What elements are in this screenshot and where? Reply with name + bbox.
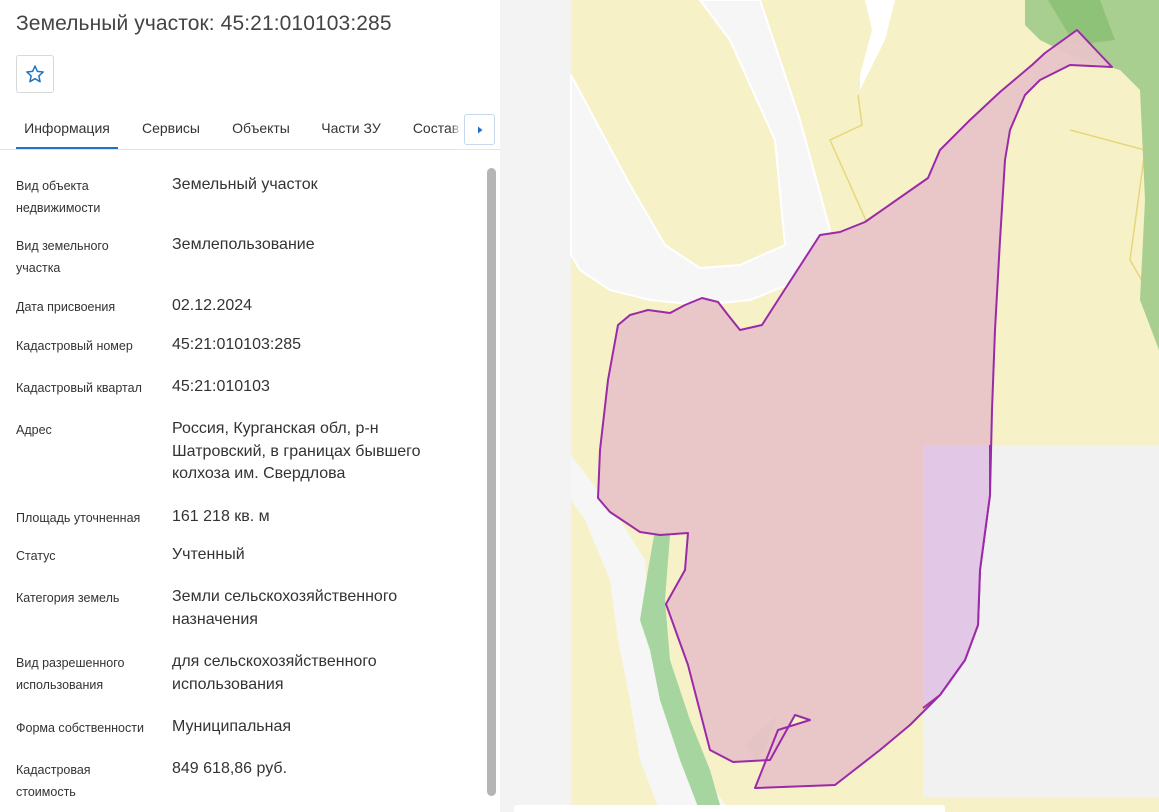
info-label: Адрес xyxy=(16,423,52,437)
info-value: Россия, Курганская обл, р-н Шатровский, … xyxy=(172,420,421,482)
info-label: Площадь уточненная xyxy=(16,511,141,525)
info-value: Землепользование xyxy=(172,236,315,253)
info-value: 45:21:010103 xyxy=(172,378,270,395)
info-label: Вид разрешенного использования xyxy=(16,656,125,692)
info-value: Учтенный xyxy=(172,546,245,563)
favorite-button[interactable] xyxy=(16,55,54,93)
info-label: Кадастровый номер xyxy=(16,339,133,353)
map-canvas[interactable] xyxy=(500,0,1159,812)
info-value: 02.12.2024 xyxy=(172,297,253,314)
info-label: Статус xyxy=(16,549,56,563)
info-value: 161 218 кв. м xyxy=(172,508,270,525)
panel-scrollbar[interactable] xyxy=(487,168,496,796)
chevron-right-icon xyxy=(477,126,482,133)
star-outline-icon xyxy=(26,65,44,83)
info-panel: Земельный участок: 45:21:010103:285 Инфо… xyxy=(0,0,500,812)
info-label: Дата присвоения xyxy=(16,300,116,314)
info-value: Земли сельскохозяйственного назначения xyxy=(172,588,398,628)
tab-information[interactable]: Информация xyxy=(16,111,118,149)
info-label: Вид земельного участка xyxy=(16,239,109,275)
tab-scroll-right-button[interactable] xyxy=(464,114,495,145)
info-value: 849 618,86 руб. xyxy=(172,760,288,777)
tab-composition[interactable]: Состав xyxy=(406,111,466,149)
info-label: Кадастровый квартал xyxy=(16,381,142,395)
cadastral-map[interactable] xyxy=(500,0,1159,812)
info-value: Муниципальная xyxy=(172,718,292,735)
info-label: Категория земель xyxy=(16,591,120,605)
map-bottom-toolbar xyxy=(514,805,945,812)
info-value: 45:21:010103:285 xyxy=(172,336,302,353)
info-value: Земельный участок xyxy=(172,176,318,193)
page-title: Земельный участок: 45:21:010103:285 xyxy=(16,12,392,35)
info-label: Кадастровая стоимость xyxy=(16,763,91,799)
info-value: для сельскохозяйственного использования xyxy=(172,653,377,693)
info-label: Вид объекта недвижимости xyxy=(16,179,101,215)
tab-parcel-parts[interactable]: Части ЗУ xyxy=(316,111,386,149)
info-label: Форма собственности xyxy=(16,721,144,735)
tab-objects[interactable]: Объекты xyxy=(226,111,296,149)
tab-services[interactable]: Сервисы xyxy=(136,111,206,149)
tab-bar: Информация Сервисы Объекты Части ЗУ Сост… xyxy=(0,111,500,150)
